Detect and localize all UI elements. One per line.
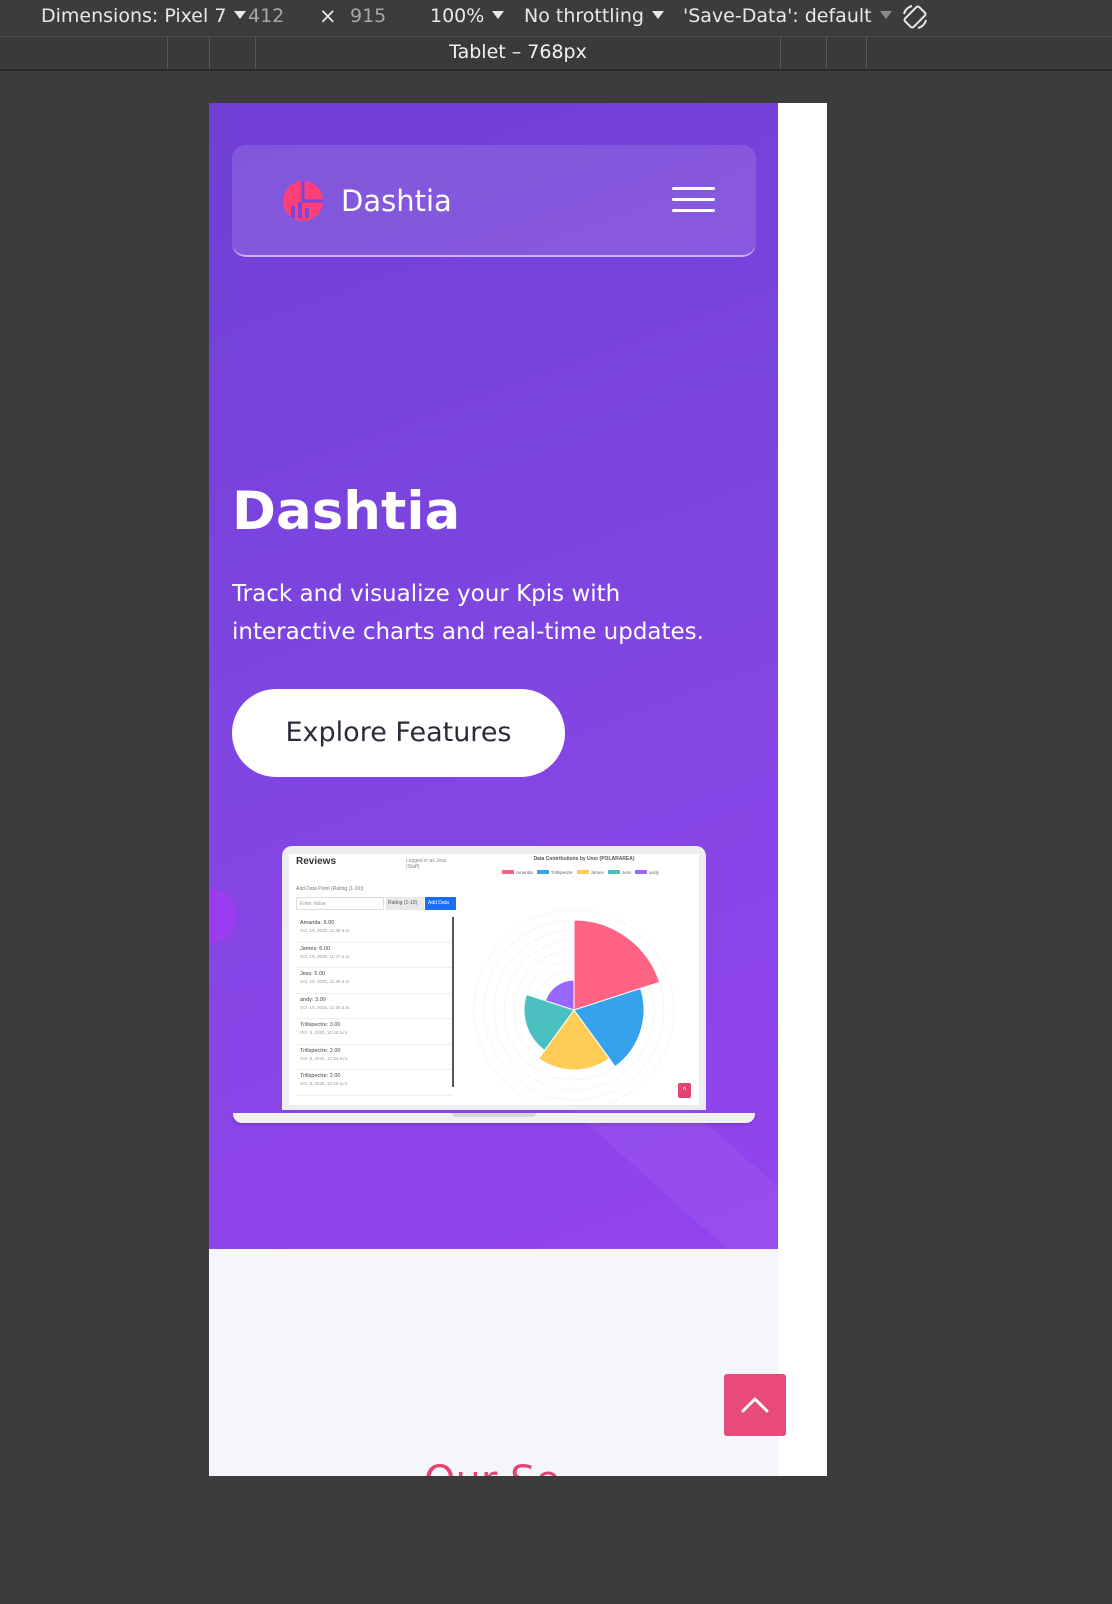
caret-down-icon	[234, 11, 247, 19]
list-item: Jess: 5.00 Oct. 10, 2025, 11:46 a.m.	[296, 968, 452, 994]
logged-in-text: Logged in as Jess (Staff)	[406, 858, 447, 870]
width-input[interactable]: 412	[248, 5, 284, 27]
caret-down-icon	[651, 11, 664, 19]
value-input[interactable]: Enter Value	[296, 897, 384, 910]
reviews-title: Reviews	[296, 856, 337, 867]
legend-label: Jess	[621, 870, 632, 875]
list-item: Trillspectre: 3.00 Oct. 8, 2025, 12:48 a.…	[296, 1019, 452, 1045]
entry-date: Oct. 8, 2025, 12:48 a.m.	[300, 1030, 349, 1035]
entry-date: Oct. 10, 2025, 11:48 a.m.	[300, 928, 351, 933]
legend-label: James	[590, 870, 604, 875]
hamburger-icon[interactable]	[672, 187, 715, 213]
brand-name[interactable]: Dashtia	[341, 184, 452, 218]
scroll-to-top-button[interactable]	[724, 1374, 786, 1436]
entries-list: Amanda: 9.00 Oct. 10, 2025, 11:48 a.m. Ja…	[296, 917, 452, 1097]
add-data-button[interactable]: Add Data	[425, 897, 456, 910]
polar-area-chart	[473, 909, 675, 1104]
device-viewport: Dashtia Dashtia Track and visualize your…	[209, 103, 827, 1476]
chart-title: Data Contributions by User (POLARAREA)	[533, 856, 635, 862]
reviews-panel: Reviews Logged in as Jess (Staff) Add Da…	[289, 854, 458, 1105]
zoom-dropdown[interactable]: 100%	[430, 5, 505, 27]
rotate-icon[interactable]	[900, 2, 930, 32]
caret-down-icon	[879, 11, 892, 19]
legend-swatch	[576, 870, 589, 874]
media-query-bar: Tablet – 768px	[0, 37, 1112, 71]
throttling-dropdown[interactable]: No throttling	[524, 5, 664, 27]
legend-swatch	[536, 870, 549, 874]
save-data-dropdown[interactable]: 'Save-Data': default	[683, 5, 892, 27]
rating-select[interactable]: Rating (1-10)	[386, 897, 424, 910]
times-symbol: ×	[319, 4, 337, 28]
throttling-label: No throttling	[524, 5, 644, 27]
chart-legend: Amanda Trillspectre James Jess andy	[498, 870, 659, 875]
entry-name: Trillspectre: 3.00	[300, 1022, 341, 1028]
list-item: James: 6.00 Oct. 10, 2025, 11:47 a.m.	[296, 943, 452, 968]
mini-scroll-top-button: ^	[678, 1083, 691, 1098]
add-data-label: Add Data Point (Rating (1-10))	[296, 886, 364, 892]
zoom-label: 100%	[430, 5, 485, 27]
entry-name: andy: 3.00	[300, 996, 326, 1003]
legend-swatch	[502, 870, 514, 874]
page: Dashtia Dashtia Track and visualize your…	[209, 103, 778, 1476]
decorative-circle	[209, 888, 237, 944]
laptop-screen: Reviews Logged in as Jess (Staff) Add Da…	[289, 854, 699, 1105]
entry-date: Oct. 10, 2025, 11:35 a.m.	[300, 1004, 351, 1010]
hero-section: Dashtia Dashtia Track and visualize your…	[209, 103, 778, 1249]
explore-features-button[interactable]: Explore Features	[232, 689, 565, 777]
list-item: andy: 3.00 Oct. 10, 2025, 11:35 a.m.	[296, 994, 452, 1019]
navbar: Dashtia	[232, 145, 756, 257]
legend-label: andy	[649, 870, 659, 875]
caret-down-icon	[492, 11, 505, 19]
list-item: Trillspectre: 2.00 Oct. 8, 2025, 12:34 a.…	[296, 1045, 452, 1070]
entry-name: Trillspectre: 2.00	[300, 1047, 341, 1054]
laptop-mockup: Reviews Logged in as Jess (Staff) Add Da…	[233, 846, 755, 1123]
save-data-label: 'Save-Data': default	[683, 5, 872, 27]
entry-name: Jess: 5.00	[300, 971, 326, 977]
device-dropdown[interactable]: Dimensions: Pixel 7	[41, 5, 247, 27]
legend-label: Amanda	[516, 870, 533, 875]
list-scrollbar[interactable]	[452, 917, 454, 1087]
hero-subtitle: Track and visualize your Kpis with inter…	[232, 581, 704, 645]
entry-date: Oct. 10, 2025, 11:47 a.m.	[300, 953, 351, 959]
height-input[interactable]: 915	[350, 5, 386, 27]
devtools-toolbar: Dimensions: Pixel 7 412 × 915 100% No th…	[0, 0, 1112, 37]
media-query-label[interactable]: Tablet – 768px	[0, 41, 1036, 63]
dimensions-label: Dimensions: Pixel 7	[41, 5, 227, 27]
list-item: Trillspectre: 2.00 Oct. 8, 2025, 12:30 a.…	[296, 1070, 452, 1096]
entry-name: James: 6.00	[300, 945, 330, 952]
legend-swatch	[635, 870, 648, 874]
entry-name: Trillspectre: 2.00	[300, 1073, 341, 1079]
legend-swatch	[607, 870, 620, 874]
features-heading: Our Se	[424, 1461, 560, 1476]
legend-label: Trillspectre	[550, 870, 573, 875]
laptop-notch	[452, 1113, 536, 1117]
logo-icon[interactable]	[282, 180, 324, 222]
hero-title: Dashtia	[232, 481, 461, 542]
list-item: Amanda: 9.00 Oct. 10, 2025, 11:48 a.m.	[296, 917, 452, 943]
features-section	[209, 1249, 778, 1476]
entry-date: Oct. 10, 2025, 11:46 a.m.	[300, 979, 351, 984]
entry-name: Amanda: 9.00	[300, 920, 335, 926]
laptop-base	[233, 1113, 755, 1123]
entry-date: Oct. 8, 2025, 12:34 a.m.	[300, 1055, 349, 1061]
entry-date: Oct. 8, 2025, 12:30 a.m.	[300, 1081, 349, 1086]
chevron-up-icon	[741, 1397, 769, 1413]
laptop-lid: Reviews Logged in as Jess (Staff) Add Da…	[282, 846, 706, 1110]
